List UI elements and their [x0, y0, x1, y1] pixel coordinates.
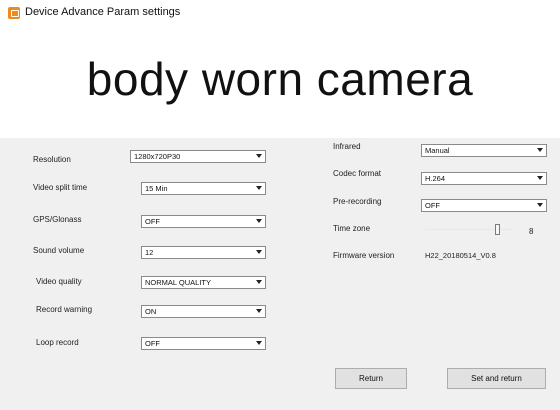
video-quality-value: NORMAL QUALITY [145, 278, 211, 287]
sound-volume-select[interactable]: 12 [141, 246, 266, 259]
video-quality-label: Video quality [36, 277, 82, 286]
title-bar: Device Advance Param settings [0, 0, 560, 26]
gps-select[interactable]: OFF [141, 215, 266, 228]
codec-format-label: Codec format [333, 169, 382, 178]
record-warning-select[interactable]: ON [141, 305, 266, 318]
record-warning-label: Record warning [36, 305, 93, 314]
banner: body worn camera [0, 26, 560, 138]
pre-recording-value: OFF [425, 201, 440, 210]
resolution-value: 1280x720P30 [134, 152, 181, 161]
resolution-label: Resolution [33, 155, 71, 164]
chevron-down-icon [534, 200, 546, 211]
firmware-value: H22_20180514_V0.8 [425, 251, 496, 260]
chevron-down-icon [253, 216, 265, 227]
infrared-value: Manual [425, 146, 450, 155]
video-split-time-select[interactable]: 15 Min [141, 182, 266, 195]
chevron-down-icon [253, 151, 265, 162]
banner-text: body worn camera [86, 53, 474, 105]
gps-value: OFF [145, 217, 160, 226]
resolution-select[interactable]: 1280x720P30 [130, 150, 266, 163]
loop-record-select[interactable]: OFF [141, 337, 266, 350]
time-zone-label: Time zone [333, 224, 371, 233]
chevron-down-icon [253, 247, 265, 258]
video-split-time-label: Video split time [33, 183, 88, 192]
video-quality-select[interactable]: NORMAL QUALITY [141, 276, 266, 289]
chevron-down-icon [253, 183, 265, 194]
chevron-down-icon [534, 173, 546, 184]
chevron-down-icon [253, 277, 265, 288]
infrared-select[interactable]: Manual [421, 144, 547, 157]
time-zone-slider-thumb[interactable] [495, 224, 501, 235]
gps-label: GPS/Glonass [33, 215, 82, 224]
chevron-down-icon [534, 145, 546, 156]
set-and-return-button[interactable]: Set and return [447, 368, 546, 389]
window-title: Device Advance Param settings [25, 6, 181, 18]
video-split-time-value: 15 Min [145, 184, 168, 193]
sound-volume-value: 12 [145, 248, 154, 257]
record-warning-value: ON [145, 307, 157, 316]
codec-format-value: H.264 [425, 174, 446, 183]
pre-recording-select[interactable]: OFF [421, 199, 547, 212]
chevron-down-icon [253, 306, 265, 317]
codec-format-select[interactable]: H.264 [421, 172, 547, 185]
infrared-label: Infrared [333, 142, 361, 151]
time-zone-value: 8 [529, 227, 534, 236]
return-button[interactable]: Return [335, 368, 407, 389]
sound-volume-label: Sound volume [33, 246, 85, 255]
pre-recording-label: Pre-recording [333, 197, 382, 206]
loop-record-label: Loop record [36, 338, 79, 347]
camera-app-icon [8, 7, 20, 19]
chevron-down-icon [253, 338, 265, 349]
firmware-label: Firmware version [333, 251, 395, 260]
loop-record-value: OFF [145, 339, 160, 348]
